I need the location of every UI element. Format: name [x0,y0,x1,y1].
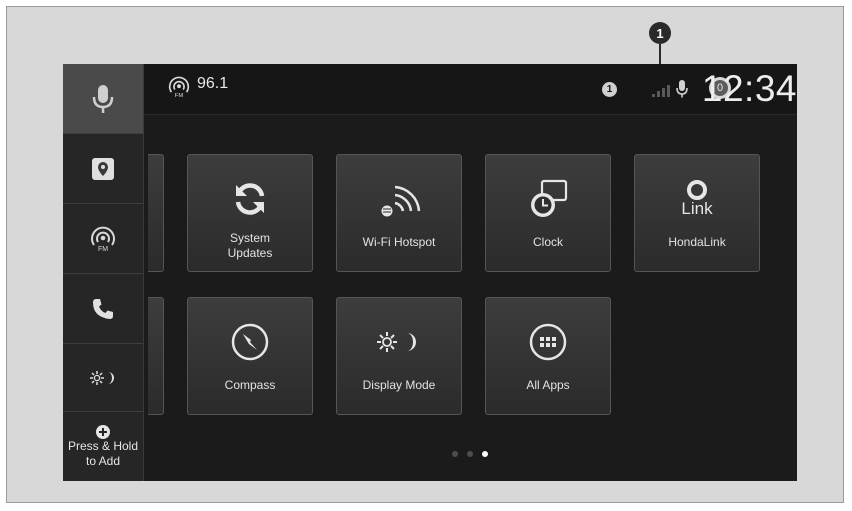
radio-frequency: 96.1 [197,75,229,92]
tile-label: Display Mode [362,378,436,392]
previous-page-tile[interactable] [148,297,164,415]
sun-moon-icon [90,370,114,385]
phone-button[interactable] [63,274,143,344]
notification-count: 1 [606,84,613,95]
clock-tile[interactable]: Clock [485,154,611,272]
hondalink-logo-text: Link [681,199,713,218]
head-unit-screen: FM Press & Hold to Add FM 96.1 1 0 12:34… [63,64,797,481]
audio-button[interactable]: FM [63,204,143,274]
compass-tile[interactable]: Compass [187,297,313,415]
mic-status-icon [676,80,688,98]
page-dot-active[interactable] [482,451,488,457]
wifi-hotspot-tile[interactable]: Wi-Fi Hotspot [336,154,462,272]
add-label-line2: to Add [85,453,121,468]
tile-label: Compass [224,378,276,392]
all-apps-icon [529,323,567,361]
clock-display[interactable]: 12:34 [702,68,797,110]
fm-label: FM [175,93,184,99]
wifi-hotspot-icon [381,185,421,217]
status-bar: FM 96.1 1 0 12:34 [144,64,797,115]
hondalink-tile[interactable]: Link HondaLink [634,154,760,272]
sidebar: FM Press & Hold to Add [63,64,144,481]
tile-label: Updates [227,246,273,260]
tile-label: Wi-Fi Hotspot [362,235,436,249]
display-mode-icon [377,332,416,352]
tile-label: All Apps [526,378,570,392]
phone-icon [93,298,113,319]
tile-label: System [229,231,270,245]
display-mode-shortcut[interactable] [63,344,143,412]
map-pin-icon [92,157,114,180]
fm-radio-icon: FM [168,76,190,99]
system-updates-tile[interactable]: System Updates [187,154,313,272]
refresh-icon [235,183,265,215]
display-mode-tile[interactable]: Display Mode [336,297,462,415]
callout-marker: 1 [649,22,671,44]
add-label-line1: Press & Hold [67,438,139,453]
navigation-button[interactable] [63,134,143,204]
page-dot[interactable] [452,451,458,457]
previous-page-tile[interactable] [148,154,164,272]
all-apps-tile[interactable]: All Apps [485,297,611,415]
compass-icon [231,323,269,361]
tile-label: Clock [532,235,563,249]
hondalink-icon [687,180,707,200]
callout-number: 1 [656,25,664,41]
clock-icon [531,179,568,217]
signal-strength-icon [652,85,670,97]
tile-label: HondaLink [668,235,726,249]
fm-radio-icon: FM [91,226,115,253]
fm-label: FM [98,246,108,253]
add-shortcut-button[interactable]: Press & Hold to Add [63,412,143,481]
notification-badge[interactable]: 1 [602,82,617,97]
microphone-icon [92,84,114,113]
plus-circle-icon [96,424,110,439]
voice-button[interactable] [63,64,143,134]
page-dot[interactable] [467,451,473,457]
page-indicator [452,451,488,457]
